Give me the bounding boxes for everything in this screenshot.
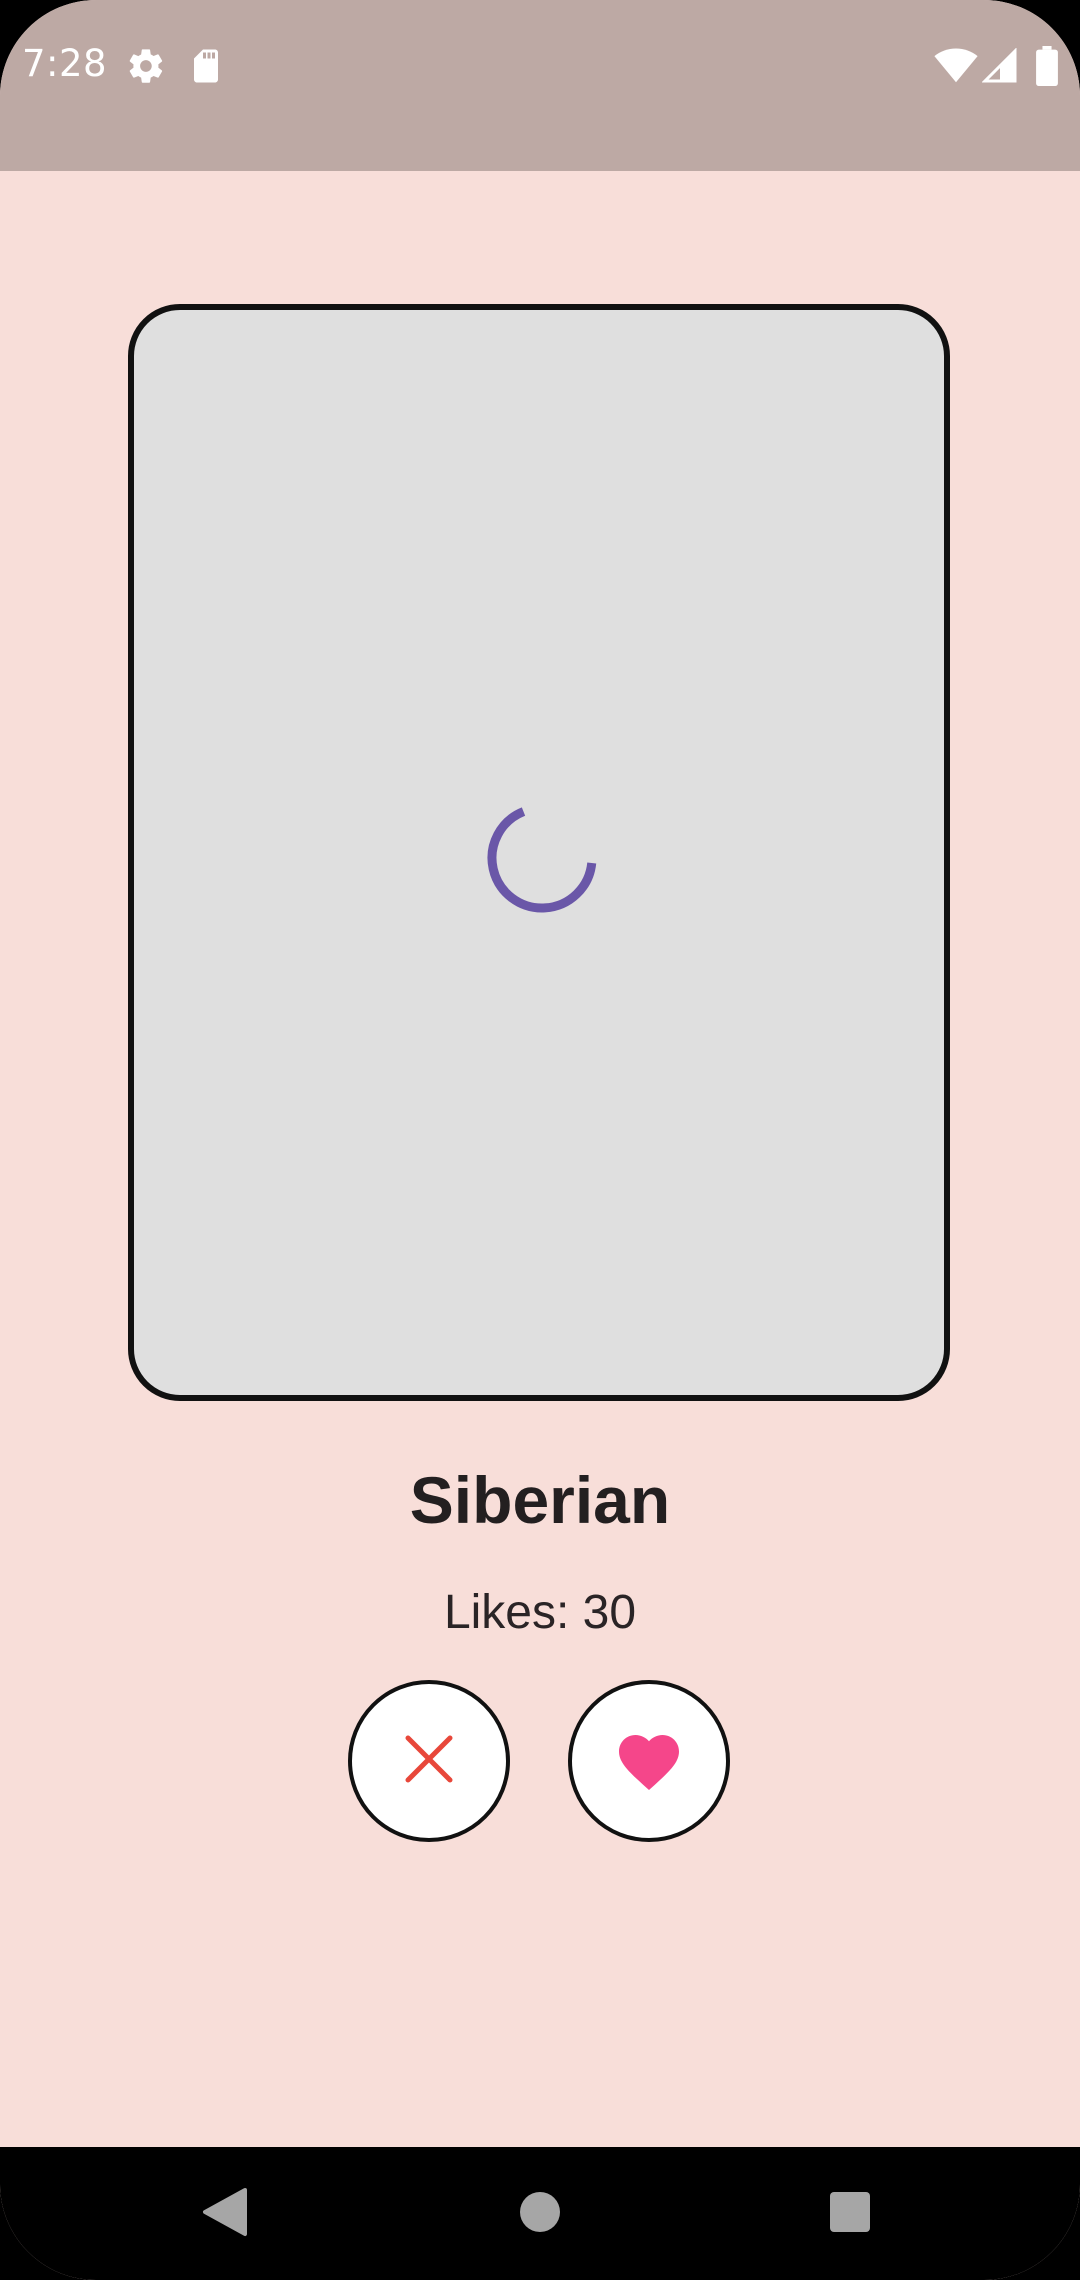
- home-icon: [518, 2190, 562, 2239]
- system-nav-bar: [0, 2147, 1080, 2280]
- status-bar: 7:28: [0, 0, 1080, 171]
- cat-image-card[interactable]: [128, 304, 950, 1401]
- like-button[interactable]: [568, 1680, 730, 1842]
- status-time: 7:28: [22, 42, 108, 85]
- likes-count: Likes: 30: [443, 1586, 637, 1639]
- settings-gear-icon: [126, 46, 166, 91]
- battery-icon: [1036, 46, 1058, 91]
- wifi-icon: [934, 48, 978, 89]
- heart-icon: [613, 1726, 685, 1797]
- home-button[interactable]: [495, 2169, 585, 2259]
- loading-spinner: [487, 807, 597, 913]
- dislike-button[interactable]: [348, 1680, 510, 1842]
- app-screen: 7:28 Siberian Likes: 30: [0, 0, 1080, 2280]
- cell-signal-icon: [981, 47, 1018, 89]
- back-icon: [201, 2186, 249, 2243]
- breed-name: Siberian: [409, 1463, 671, 1537]
- close-icon: [402, 1732, 456, 1791]
- sd-card-icon: [188, 46, 224, 91]
- recents-button[interactable]: [805, 2169, 895, 2259]
- recents-icon: [828, 2190, 872, 2239]
- back-button[interactable]: [180, 2169, 270, 2259]
